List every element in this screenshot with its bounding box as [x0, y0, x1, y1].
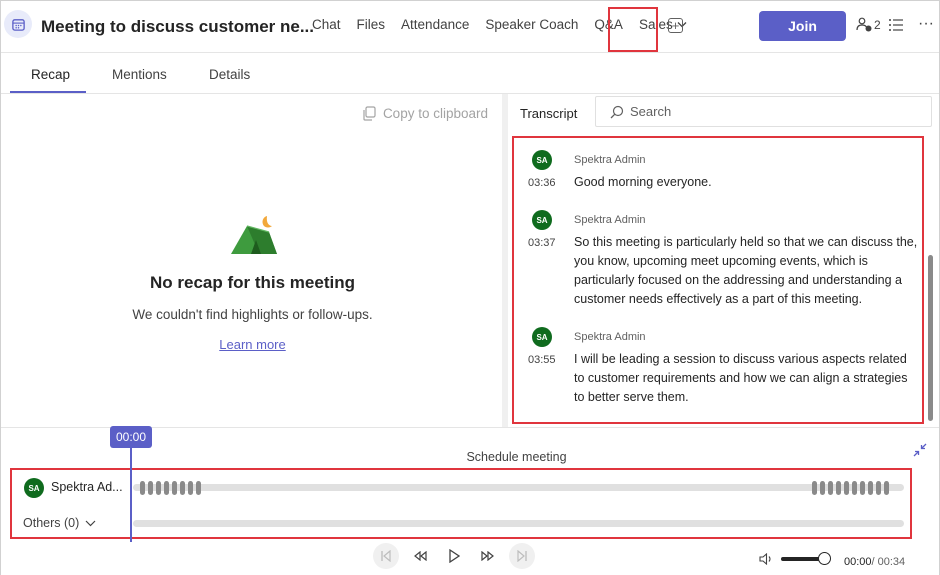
skip-to-end-button[interactable] — [509, 543, 535, 569]
active-tab-indicator — [10, 91, 86, 93]
transcript-list: SA Spektra Admin 03:36 Good morning ever… — [512, 136, 924, 424]
duration: / 00:34 — [871, 556, 906, 568]
tab-details[interactable]: Details — [209, 67, 250, 82]
skip-forward-icon — [517, 550, 527, 562]
speaker-track[interactable] — [133, 484, 904, 491]
tab-files[interactable]: Files — [357, 17, 386, 32]
avatar: SA — [532, 150, 552, 170]
playhead-time[interactable]: 00:00 — [110, 426, 152, 448]
participant-count: 2 — [874, 17, 881, 32]
tab-attendance[interactable]: Attendance — [401, 17, 469, 32]
tab-speaker-coach[interactable]: Speaker Coach — [485, 17, 578, 32]
others-track[interactable] — [133, 520, 904, 527]
fast-forward-icon — [481, 551, 494, 561]
skip-back-icon — [381, 550, 391, 562]
transcript-scrollbar[interactable] — [928, 255, 933, 421]
playback-controls — [373, 543, 535, 569]
search-placeholder: Search — [630, 104, 672, 119]
search-icon — [610, 105, 624, 118]
people-icon — [856, 17, 872, 32]
calendar-icon — [4, 10, 32, 38]
participants-button[interactable]: 2 — [856, 17, 881, 32]
add-tab-icon[interactable]: + — [668, 18, 683, 33]
time-readout: 00:00/ 00:34 — [844, 556, 905, 568]
list-icon[interactable] — [888, 18, 904, 32]
play-icon — [449, 549, 460, 563]
timestamp[interactable]: 03:37 — [528, 237, 556, 249]
tab-mentions[interactable]: Mentions — [112, 67, 167, 82]
transcript-panel: Transcript Search SA Spektra Admin 03:36… — [508, 96, 939, 426]
volume-icon[interactable] — [759, 553, 773, 565]
join-button[interactable]: Join — [759, 11, 846, 41]
recap-panel: Copy to clipboard No recap for this meet… — [3, 96, 502, 424]
speaker-track-name: Spektra Ad... — [51, 480, 123, 494]
tent-illustration-icon — [231, 216, 277, 254]
speaker-name: Spektra Admin — [574, 331, 646, 343]
timestamp[interactable]: 03:36 — [528, 177, 556, 189]
utterance-text: I will be leading a session to discuss v… — [574, 352, 908, 404]
collapse-icon[interactable] — [912, 442, 928, 458]
timestamp[interactable]: 03:55 — [528, 354, 556, 366]
avatar: SA — [532, 210, 552, 230]
skip-to-start-button[interactable] — [373, 543, 399, 569]
play-button[interactable] — [441, 543, 467, 569]
others-label: Others (0) — [23, 516, 80, 530]
tab-chat[interactable]: Chat — [312, 17, 341, 32]
speaker-timeline: SA Spektra Ad... Others (0) — [10, 468, 912, 539]
empty-state-title: No recap for this meeting — [150, 273, 355, 292]
playhead-line[interactable] — [130, 448, 132, 542]
schedule-meeting-label: Schedule meeting — [466, 450, 567, 464]
avatar: SA — [532, 327, 552, 347]
transcript-search-input[interactable]: Search — [595, 96, 932, 127]
tab-recap[interactable]: Recap — [31, 67, 70, 82]
chevron-down-icon — [85, 520, 96, 526]
copy-to-clipboard-button[interactable]: Copy to clipboard — [362, 106, 488, 121]
speech-segment[interactable] — [140, 480, 201, 496]
rewind-icon — [414, 551, 427, 561]
volume-slider-thumb[interactable] — [818, 552, 831, 565]
fast-forward-button[interactable] — [475, 543, 501, 569]
speaker-name: Spektra Admin — [574, 214, 646, 226]
sales-tab-highlight — [608, 7, 658, 52]
others-dropdown[interactable]: Others (0) — [23, 516, 96, 530]
utterance-text: Good morning everyone. — [574, 175, 712, 189]
copy-icon — [363, 106, 376, 121]
meeting-title: Meeting to discuss customer ne... — [41, 17, 315, 36]
current-time: 00:00 — [844, 556, 872, 568]
copy-label: Copy to clipboard — [382, 106, 488, 121]
empty-state-subtitle: We couldn't find highlights or follow-up… — [132, 307, 373, 322]
learn-more-link[interactable]: Learn more — [3, 337, 502, 352]
avatar: SA — [24, 478, 44, 498]
sub-tabs: Recap Mentions Details — [1, 54, 939, 94]
rewind-button[interactable] — [407, 543, 433, 569]
transcript-label: Transcript — [520, 106, 578, 121]
more-options-icon[interactable]: ··· — [918, 15, 934, 33]
utterance-text: So this meeting is particularly held so … — [574, 235, 918, 306]
speaker-name: Spektra Admin — [574, 154, 646, 166]
speech-segment[interactable] — [812, 480, 889, 496]
top-bar: Meeting to discuss customer ne... Chat F… — [1, 1, 939, 53]
